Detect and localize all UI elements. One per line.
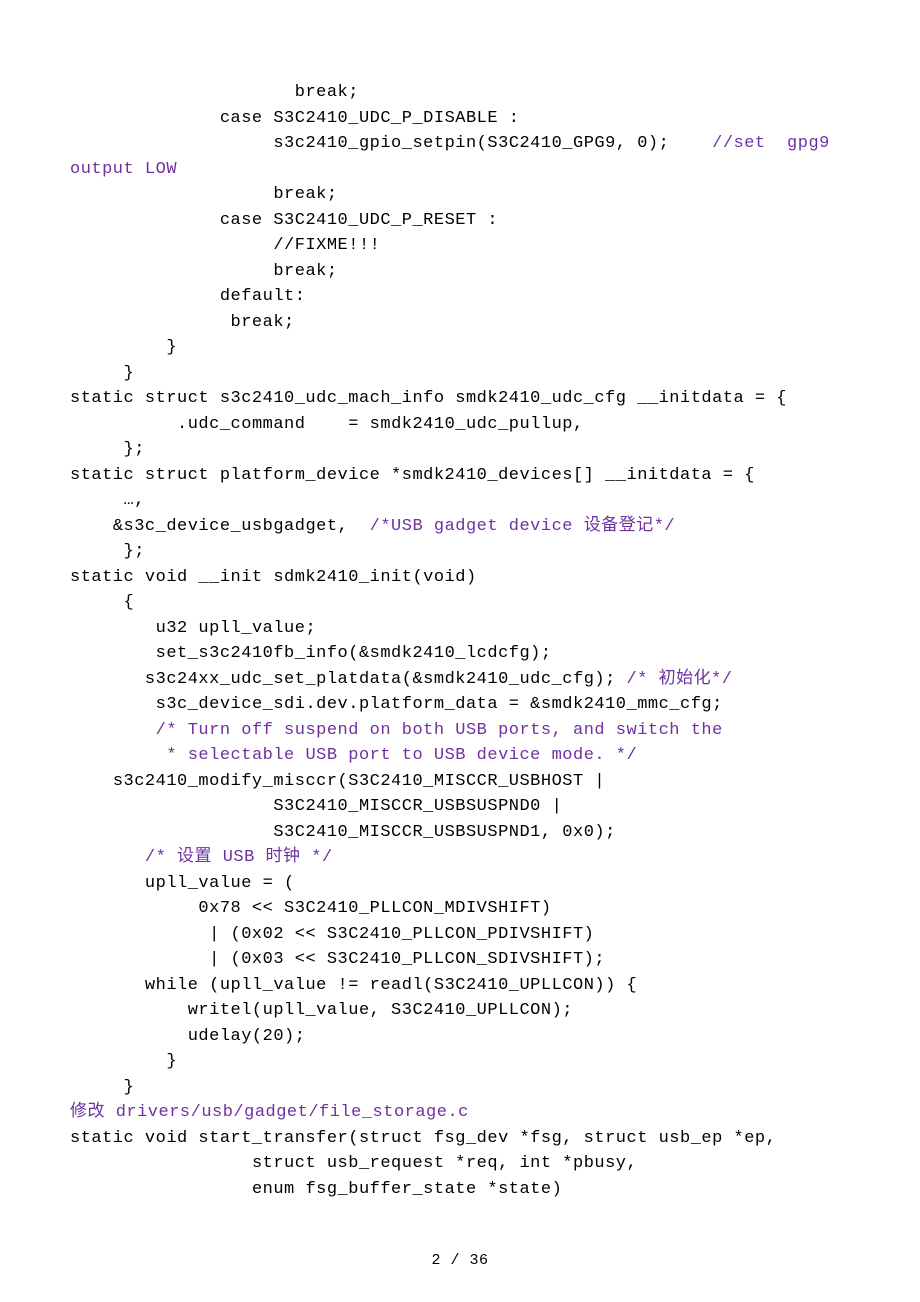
code-span: | (0x02 << S3C2410_PLLCON_PDIVSHIFT) bbox=[209, 925, 594, 944]
code-line: s3c24xx_udc_set_platdata(&smdk2410_udc_c… bbox=[70, 667, 850, 693]
code-line: break; bbox=[70, 182, 850, 208]
code-span: writel(upll_value, S3C2410_UPLLCON); bbox=[188, 1001, 573, 1020]
code-span: static struct s3c2410_udc_mach_info smdk… bbox=[70, 389, 787, 408]
code-span: { bbox=[124, 593, 135, 612]
code-line: struct usb_request *req, int *pbusy, bbox=[70, 1151, 850, 1177]
code-span: output LOW bbox=[70, 160, 177, 179]
code-line: u32 upll_value; bbox=[70, 616, 850, 642]
code-span: …, bbox=[124, 491, 145, 510]
code-span: struct usb_request *req, int *pbusy, bbox=[252, 1154, 637, 1173]
code-line: s3c_device_sdi.dev.platform_data = &smdk… bbox=[70, 692, 850, 718]
code-line: * selectable USB port to USB device mode… bbox=[70, 743, 850, 769]
code-span: s3c24xx_udc_set_platdata(&smdk2410_udc_c… bbox=[145, 670, 627, 689]
document-page: break; case S3C2410_UDC_P_DISABLE : s3c2… bbox=[0, 0, 920, 1302]
code-span: /*USB gadget device 设备登记*/ bbox=[370, 517, 675, 536]
code-span: .udc_command = smdk2410_udc_pullup, bbox=[177, 415, 584, 434]
code-line: .udc_command = smdk2410_udc_pullup, bbox=[70, 412, 850, 438]
code-span: S3C2410_MISCCR_USBSUSPND0 | bbox=[273, 797, 562, 816]
code-line: | (0x03 << S3C2410_PLLCON_SDIVSHIFT); bbox=[70, 947, 850, 973]
code-line: static struct platform_device *smdk2410_… bbox=[70, 463, 850, 489]
code-line: case S3C2410_UDC_P_RESET : bbox=[70, 208, 850, 234]
code-line: } bbox=[70, 335, 850, 361]
code-line: break; bbox=[70, 259, 850, 285]
code-span: set_s3c2410fb_info(&smdk2410_lcdcfg); bbox=[156, 644, 552, 663]
code-span: } bbox=[124, 364, 135, 383]
code-line: } bbox=[70, 1049, 850, 1075]
code-line: //FIXME!!! bbox=[70, 233, 850, 259]
code-span: S3C2410_MISCCR_USBSUSPND1, 0x0); bbox=[273, 823, 615, 842]
code-line: default: bbox=[70, 284, 850, 310]
code-span: static void __init sdmk2410_init(void) bbox=[70, 568, 477, 587]
code-span: /* 初始化*/ bbox=[627, 670, 733, 689]
code-line: s3c2410_modify_misccr(S3C2410_MISCCR_USB… bbox=[70, 769, 850, 795]
code-line: static void start_transfer(struct fsg_de… bbox=[70, 1126, 850, 1152]
code-span: static void start_transfer(struct fsg_de… bbox=[70, 1129, 776, 1148]
code-line: writel(upll_value, S3C2410_UPLLCON); bbox=[70, 998, 850, 1024]
code-line: } bbox=[70, 1075, 850, 1101]
code-line: udelay(20); bbox=[70, 1024, 850, 1050]
code-line: { bbox=[70, 590, 850, 616]
code-span: break; bbox=[295, 83, 359, 102]
code-span: 修改 drivers/usb/gadget/file_storage.c bbox=[70, 1103, 469, 1122]
code-line: }; bbox=[70, 437, 850, 463]
code-span: } bbox=[166, 338, 177, 357]
code-line: } bbox=[70, 361, 850, 387]
code-line: | (0x02 << S3C2410_PLLCON_PDIVSHIFT) bbox=[70, 922, 850, 948]
code-span: * selectable USB port to USB device mode… bbox=[166, 746, 637, 765]
code-line: /* 设置 USB 时钟 */ bbox=[70, 845, 850, 871]
code-span: 0x78 << S3C2410_PLLCON_MDIVSHIFT) bbox=[198, 899, 551, 918]
code-span: }; bbox=[124, 440, 145, 459]
code-span: | (0x03 << S3C2410_PLLCON_SDIVSHIFT); bbox=[209, 950, 605, 969]
code-line: }; bbox=[70, 539, 850, 565]
code-line: &s3c_device_usbgadget, /*USB gadget devi… bbox=[70, 514, 850, 540]
code-line: S3C2410_MISCCR_USBSUSPND1, 0x0); bbox=[70, 820, 850, 846]
code-line: while (upll_value != readl(S3C2410_UPLLC… bbox=[70, 973, 850, 999]
code-line: break; bbox=[70, 310, 850, 336]
page-number: 2 / 36 bbox=[0, 1250, 920, 1273]
code-span: //FIXME!!! bbox=[273, 236, 380, 255]
code-span: } bbox=[124, 1078, 135, 1097]
code-span: enum fsg_buffer_state *state) bbox=[252, 1180, 562, 1199]
code-span: case S3C2410_UDC_P_RESET : bbox=[220, 211, 498, 230]
code-span: break; bbox=[273, 262, 337, 281]
code-line: static void __init sdmk2410_init(void) bbox=[70, 565, 850, 591]
code-span: upll_value = ( bbox=[145, 874, 295, 893]
code-span: /* 设置 USB 时钟 */ bbox=[145, 848, 333, 867]
code-span: u32 upll_value; bbox=[156, 619, 317, 638]
code-span: }; bbox=[124, 542, 145, 561]
code-span: s3c_device_sdi.dev.platform_data = &smdk… bbox=[156, 695, 723, 714]
code-line: S3C2410_MISCCR_USBSUSPND0 | bbox=[70, 794, 850, 820]
code-span: case S3C2410_UDC_P_DISABLE : bbox=[220, 109, 520, 128]
code-line: /* Turn off suspend on both USB ports, a… bbox=[70, 718, 850, 744]
code-span: } bbox=[166, 1052, 177, 1071]
code-line: set_s3c2410fb_info(&smdk2410_lcdcfg); bbox=[70, 641, 850, 667]
code-span: break; bbox=[273, 185, 337, 204]
code-line: enum fsg_buffer_state *state) bbox=[70, 1177, 850, 1203]
code-content: break; case S3C2410_UDC_P_DISABLE : s3c2… bbox=[70, 80, 850, 1202]
code-span: //set gpg9 bbox=[712, 134, 830, 153]
code-line: break; bbox=[70, 80, 850, 106]
code-line: …, bbox=[70, 488, 850, 514]
code-span: /* Turn off suspend on both USB ports, a… bbox=[156, 721, 723, 740]
code-line: 0x78 << S3C2410_PLLCON_MDIVSHIFT) bbox=[70, 896, 850, 922]
code-span: udelay(20); bbox=[188, 1027, 306, 1046]
code-line: static struct s3c2410_udc_mach_info smdk… bbox=[70, 386, 850, 412]
code-line: s3c2410_gpio_setpin(S3C2410_GPG9, 0); //… bbox=[70, 131, 850, 157]
code-span: s3c2410_gpio_setpin(S3C2410_GPG9, 0); bbox=[273, 134, 712, 153]
code-line: output LOW bbox=[70, 157, 850, 183]
code-span: default: bbox=[220, 287, 306, 306]
code-span: static struct platform_device *smdk2410_… bbox=[70, 466, 755, 485]
code-line: 修改 drivers/usb/gadget/file_storage.c bbox=[70, 1100, 850, 1126]
code-line: case S3C2410_UDC_P_DISABLE : bbox=[70, 106, 850, 132]
code-span: &s3c_device_usbgadget, bbox=[113, 517, 370, 536]
code-line: upll_value = ( bbox=[70, 871, 850, 897]
code-span: break; bbox=[231, 313, 295, 332]
code-span: while (upll_value != readl(S3C2410_UPLLC… bbox=[145, 976, 637, 995]
code-span: s3c2410_modify_misccr(S3C2410_MISCCR_USB… bbox=[113, 772, 605, 791]
